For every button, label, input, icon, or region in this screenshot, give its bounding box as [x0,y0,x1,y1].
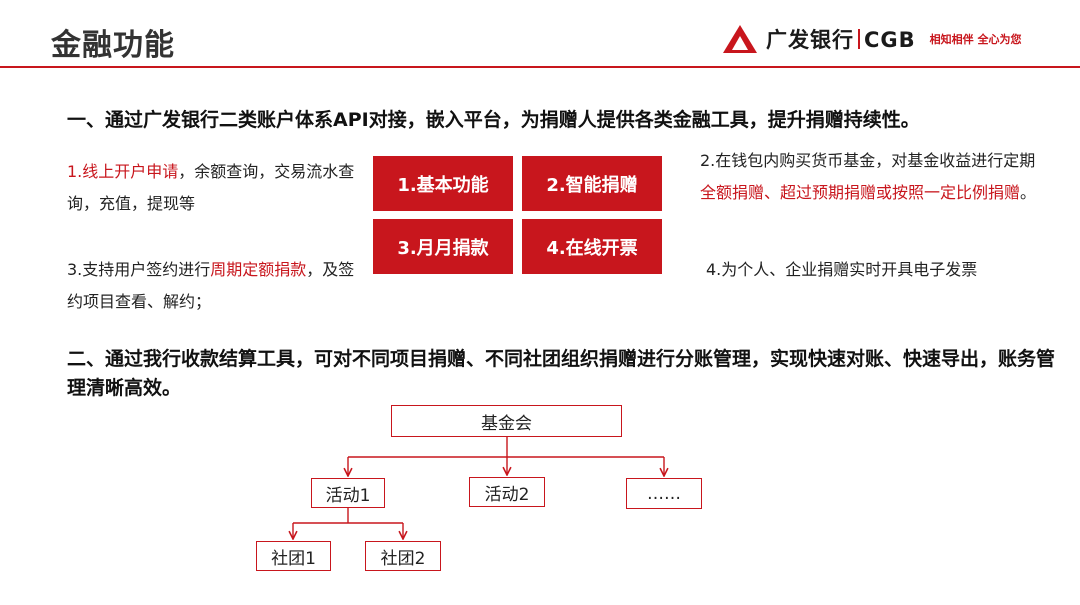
feature-1-text: 1.线上开户申请，余额查询，交易流水查询，充值，提现等 [67,162,355,213]
org-node-club-2: 社团2 [365,541,441,571]
feature-box-basic: 1.基本功能 [373,156,513,211]
brand-code-text: CGB [864,28,916,52]
org-node-activity-1: 活动1 [311,478,385,508]
feature-box-online-invoice: 4.在线开票 [522,219,662,274]
brand-separator [858,29,860,49]
section2-heading: 二、通过我行收款结算工具，可对不同项目捐赠、不同社团组织捐赠进行分账管理，实现快… [67,348,1056,400]
feature-4-text: 4.为个人、企业捐赠实时开具电子发票 [706,260,978,279]
org-node-foundation: 基金会 [391,405,622,437]
slide-title: 金融功能 [51,28,175,63]
feature-box-monthly-donation: 3.月月捐款 [373,219,513,274]
feature-2-text: 2.在钱包内购买货币基金，对基金收益进行定期全额捐赠、超过预期捐赠或按照一定比例… [700,151,1037,202]
header-rule [0,66,1080,68]
cgb-logo-icon [723,25,757,53]
org-node-club-1: 社团1 [256,541,331,571]
section1-heading: 一、通过广发银行二类账户体系API对接，嵌入平台，为捐赠人提供各类金融工具，提升… [67,109,920,131]
brand-slogan: 相知相伴 全心为您 [929,33,1022,46]
org-node-activity-2: 活动2 [469,477,545,507]
feature-box-grid: 1.基本功能 2.智能捐赠 3.月月捐款 4.在线开票 [373,156,662,274]
org-node-more: …… [626,478,702,509]
brand-name-text: 广发银行 [766,28,854,52]
feature-3-text: 3.支持用户签约进行周期定额捐款，及签约项目查看、解约； [67,260,355,311]
brand: 广发银行 CGB 相知相伴 全心为您 [722,24,1022,54]
feature-box-smart-donation: 2.智能捐赠 [522,156,662,211]
